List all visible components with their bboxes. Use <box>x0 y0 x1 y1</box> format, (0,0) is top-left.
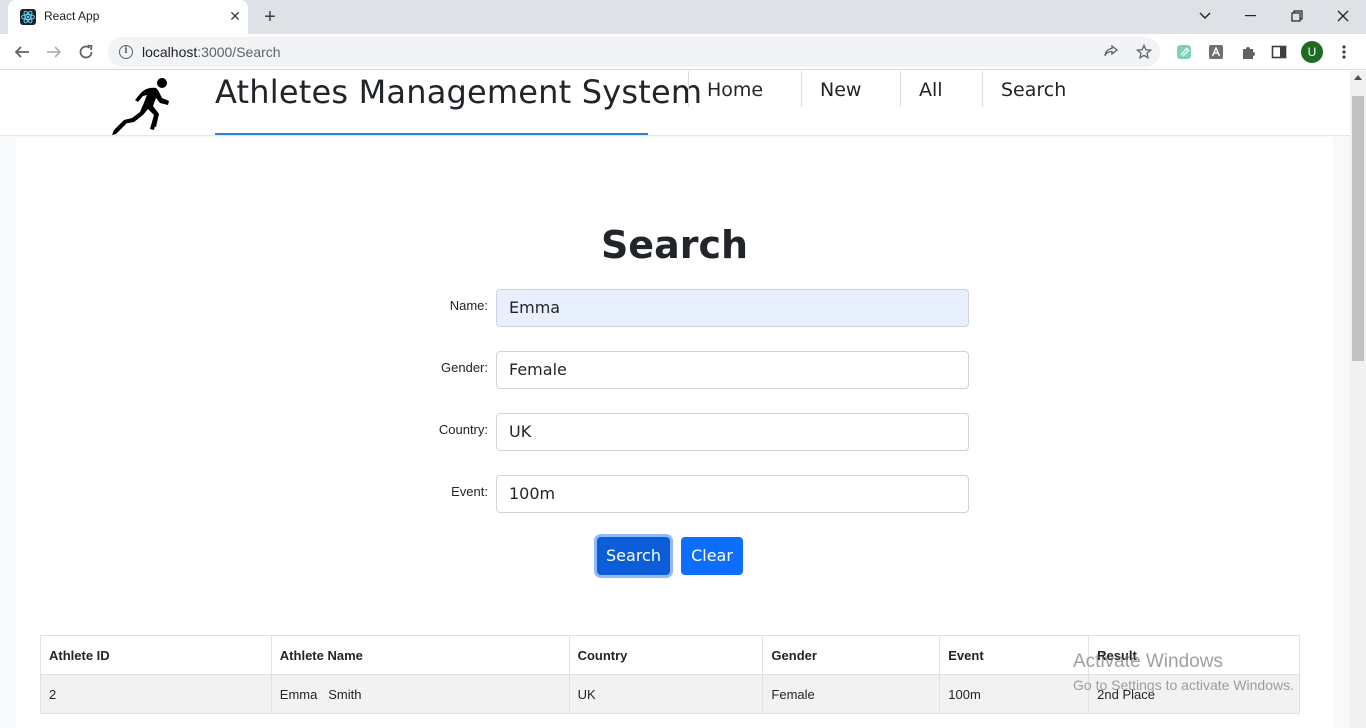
minimize-icon[interactable] <box>1228 0 1274 32</box>
back-arrow-icon[interactable] <box>9 39 35 65</box>
address-bar[interactable]: i localhost:3000/Search <box>108 37 1160 67</box>
gender-label: Gender: <box>441 360 488 375</box>
cell-athlete-name: Emma Smith <box>270 674 570 714</box>
col-result: Result <box>1088 635 1300 675</box>
country-label: Country: <box>438 422 488 437</box>
page-scrollbar[interactable] <box>1350 71 1366 728</box>
nav-search[interactable]: Search <box>982 71 1092 107</box>
clear-button[interactable]: Clear <box>681 537 743 575</box>
cell-event: 100m <box>939 674 1090 714</box>
new-tab-icon[interactable]: + <box>258 4 282 30</box>
name-input[interactable]: Emma <box>496 289 969 327</box>
search-button[interactable]: Search <box>597 537 670 575</box>
tab-title: React App <box>44 9 100 23</box>
profile-avatar[interactable]: U <box>1301 41 1323 63</box>
gender-input[interactable]: Female <box>496 351 969 389</box>
cell-athlete-id: 2 <box>40 674 272 714</box>
cell-country: UK <box>568 674 764 714</box>
react-favicon-icon <box>20 9 36 25</box>
brand-underline <box>215 133 648 135</box>
search-card: Search Name: Emma Gender: Female Country… <box>16 137 1333 728</box>
site-info-icon[interactable]: i <box>119 45 133 59</box>
url-host: localhost <box>142 44 198 60</box>
extension-clip-icon[interactable] <box>1173 41 1195 63</box>
browser-tab[interactable]: React App ✕ <box>8 0 248 34</box>
app-brand-title[interactable]: Athletes Management System <box>215 73 702 111</box>
cell-gender: Female <box>762 674 941 714</box>
tab-search-icon[interactable] <box>1182 0 1228 32</box>
col-event: Event <box>939 635 1090 675</box>
results-table: Athlete ID Athlete Name Country Gender E… <box>40 635 1300 714</box>
app-navbar: Athletes Management System Home New All … <box>0 71 1350 136</box>
nav-home[interactable]: Home <box>688 71 802 107</box>
extension-a-icon[interactable] <box>1205 41 1227 63</box>
scroll-up-arrow-icon[interactable] <box>1354 75 1362 80</box>
extensions-puzzle-icon[interactable] <box>1237 41 1259 63</box>
url-text: localhost:3000/Search <box>142 44 281 60</box>
share-icon[interactable] <box>1101 42 1121 62</box>
kebab-menu-icon[interactable] <box>1333 41 1355 63</box>
table-header-row: Athlete ID Athlete Name Country Gender E… <box>40 635 1300 675</box>
cell-result: 2nd Place <box>1088 674 1300 714</box>
col-country: Country <box>568 635 764 675</box>
restore-icon[interactable] <box>1274 0 1320 32</box>
col-gender: Gender <box>762 635 941 675</box>
forward-arrow-icon[interactable] <box>41 39 67 65</box>
event-label: Event: <box>451 484 488 499</box>
scroll-thumb[interactable] <box>1352 96 1364 361</box>
country-input[interactable]: UK <box>496 413 969 451</box>
tab-close-icon[interactable]: ✕ <box>226 6 244 26</box>
reload-icon[interactable] <box>73 39 99 65</box>
nav-all[interactable]: All <box>900 71 983 107</box>
page-title: Search <box>600 223 749 267</box>
url-path: :3000/Search <box>197 44 281 60</box>
bookmark-star-icon[interactable] <box>1134 42 1154 62</box>
side-panel-icon[interactable] <box>1268 41 1290 63</box>
browser-toolbar: i localhost:3000/Search U <box>0 34 1366 70</box>
col-athlete-id: Athlete ID <box>40 635 272 675</box>
nav-new[interactable]: New <box>801 71 901 107</box>
sprinter-logo-icon <box>110 74 174 136</box>
table-row: 2 Emma Smith UK Female 100m 2nd Place <box>40 674 1300 714</box>
close-window-icon[interactable] <box>1320 0 1366 32</box>
browser-tabstrip: React App ✕ + <box>0 0 1366 34</box>
col-athlete-name: Athlete Name <box>270 635 570 675</box>
page-viewport: Athletes Management System Home New All … <box>0 71 1350 728</box>
name-label: Name: <box>449 298 488 313</box>
event-input[interactable]: 100m <box>496 475 969 513</box>
